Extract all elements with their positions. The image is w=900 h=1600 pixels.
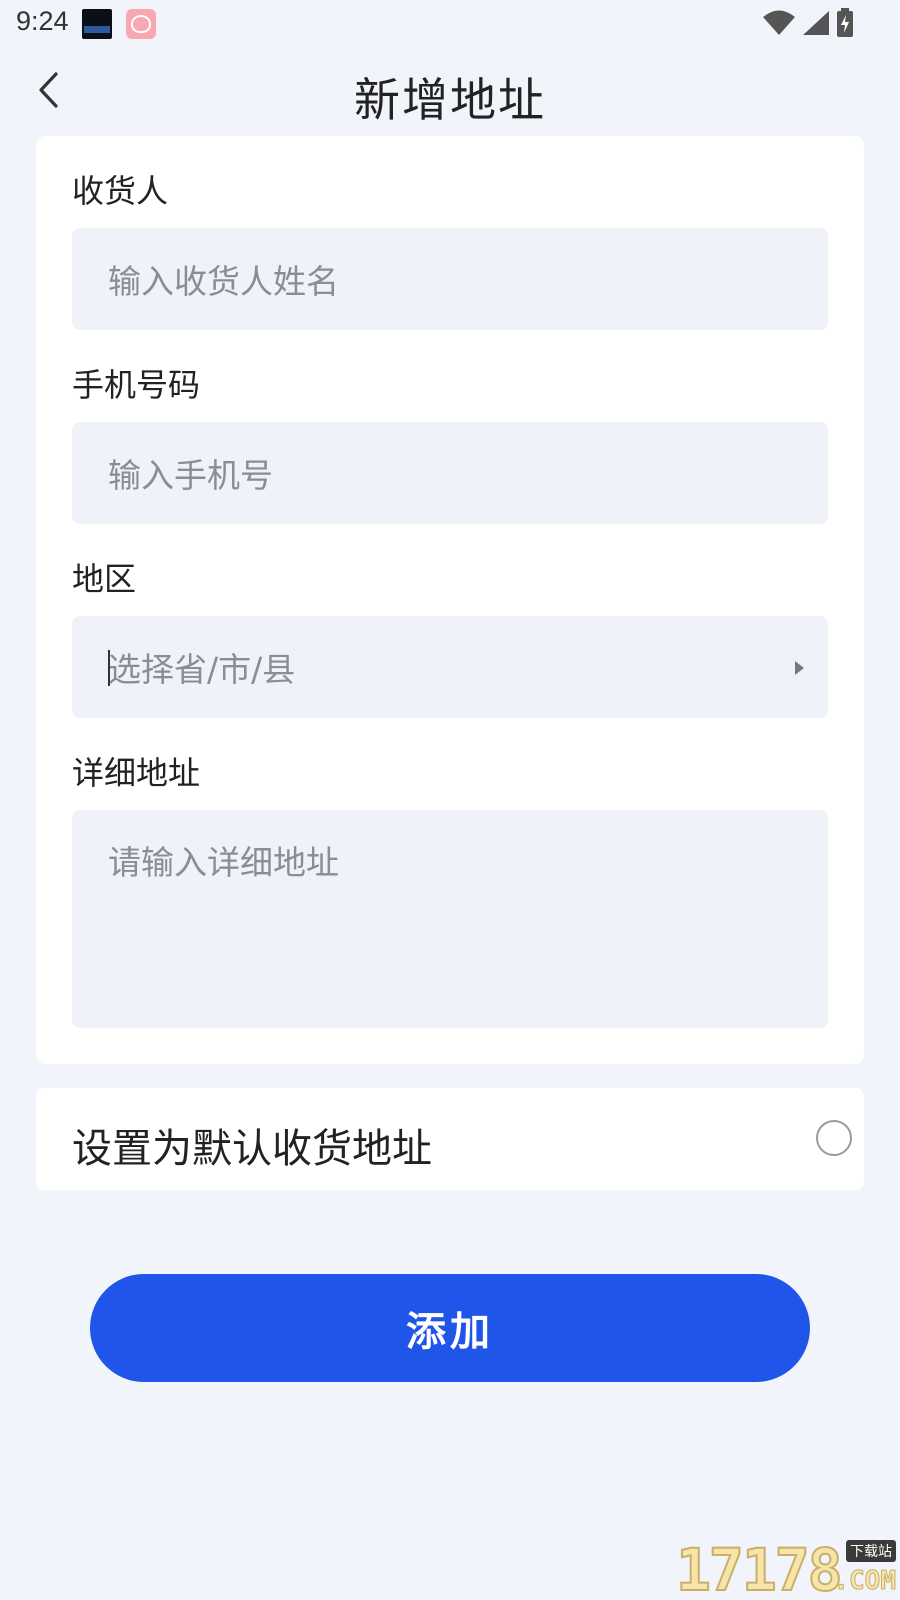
region-label: 地区 xyxy=(72,560,137,598)
status-time: 9:24 xyxy=(16,6,69,36)
region-placeholder: 选择省/市/县 xyxy=(108,650,296,689)
watermark-number: 17178 xyxy=(675,1535,844,1600)
detail-address-label: 详细地址 xyxy=(72,754,201,792)
recipient-label: 收货人 xyxy=(72,172,169,210)
default-address-label: 设置为默认收货地址 xyxy=(72,1126,432,1172)
phone-input[interactable]: 输入手机号 xyxy=(72,422,828,524)
default-address-row[interactable]: 设置为默认收货地址 xyxy=(36,1088,864,1190)
signal-icon xyxy=(802,10,830,36)
status-indicators xyxy=(762,8,854,38)
header: 新增地址 xyxy=(0,48,900,136)
watermark-suffix: .COM xyxy=(833,1566,897,1597)
detail-address-textarea[interactable]: 请输入详细地址 xyxy=(72,810,828,1028)
arrow-right-icon xyxy=(795,661,804,675)
phone-label: 手机号码 xyxy=(72,366,201,404)
app-clock-icon xyxy=(82,9,112,39)
status-bar: 9:24 xyxy=(0,0,900,48)
default-address-radio[interactable] xyxy=(816,1120,852,1156)
add-button[interactable]: 添加 xyxy=(90,1274,810,1382)
phone-placeholder: 输入手机号 xyxy=(108,456,273,495)
watermark-tag: 下载站 xyxy=(846,1540,896,1562)
app-rice-icon xyxy=(126,9,156,39)
wifi-icon xyxy=(762,10,796,36)
detail-address-placeholder: 请输入详细地址 xyxy=(108,843,339,882)
battery-charging-icon xyxy=(836,8,854,38)
page-title: 新增地址 xyxy=(354,73,546,127)
address-form-card: 收货人 输入收货人姓名 手机号码 输入手机号 地区 选择省/市/县 详细地址 请… xyxy=(36,136,864,1064)
text-caret xyxy=(108,650,110,686)
recipient-placeholder: 输入收货人姓名 xyxy=(108,262,339,301)
recipient-input[interactable]: 输入收货人姓名 xyxy=(72,228,828,330)
watermark-logo: 17178 下载站 .COM xyxy=(675,1535,900,1600)
region-select[interactable]: 选择省/市/县 xyxy=(72,616,828,718)
